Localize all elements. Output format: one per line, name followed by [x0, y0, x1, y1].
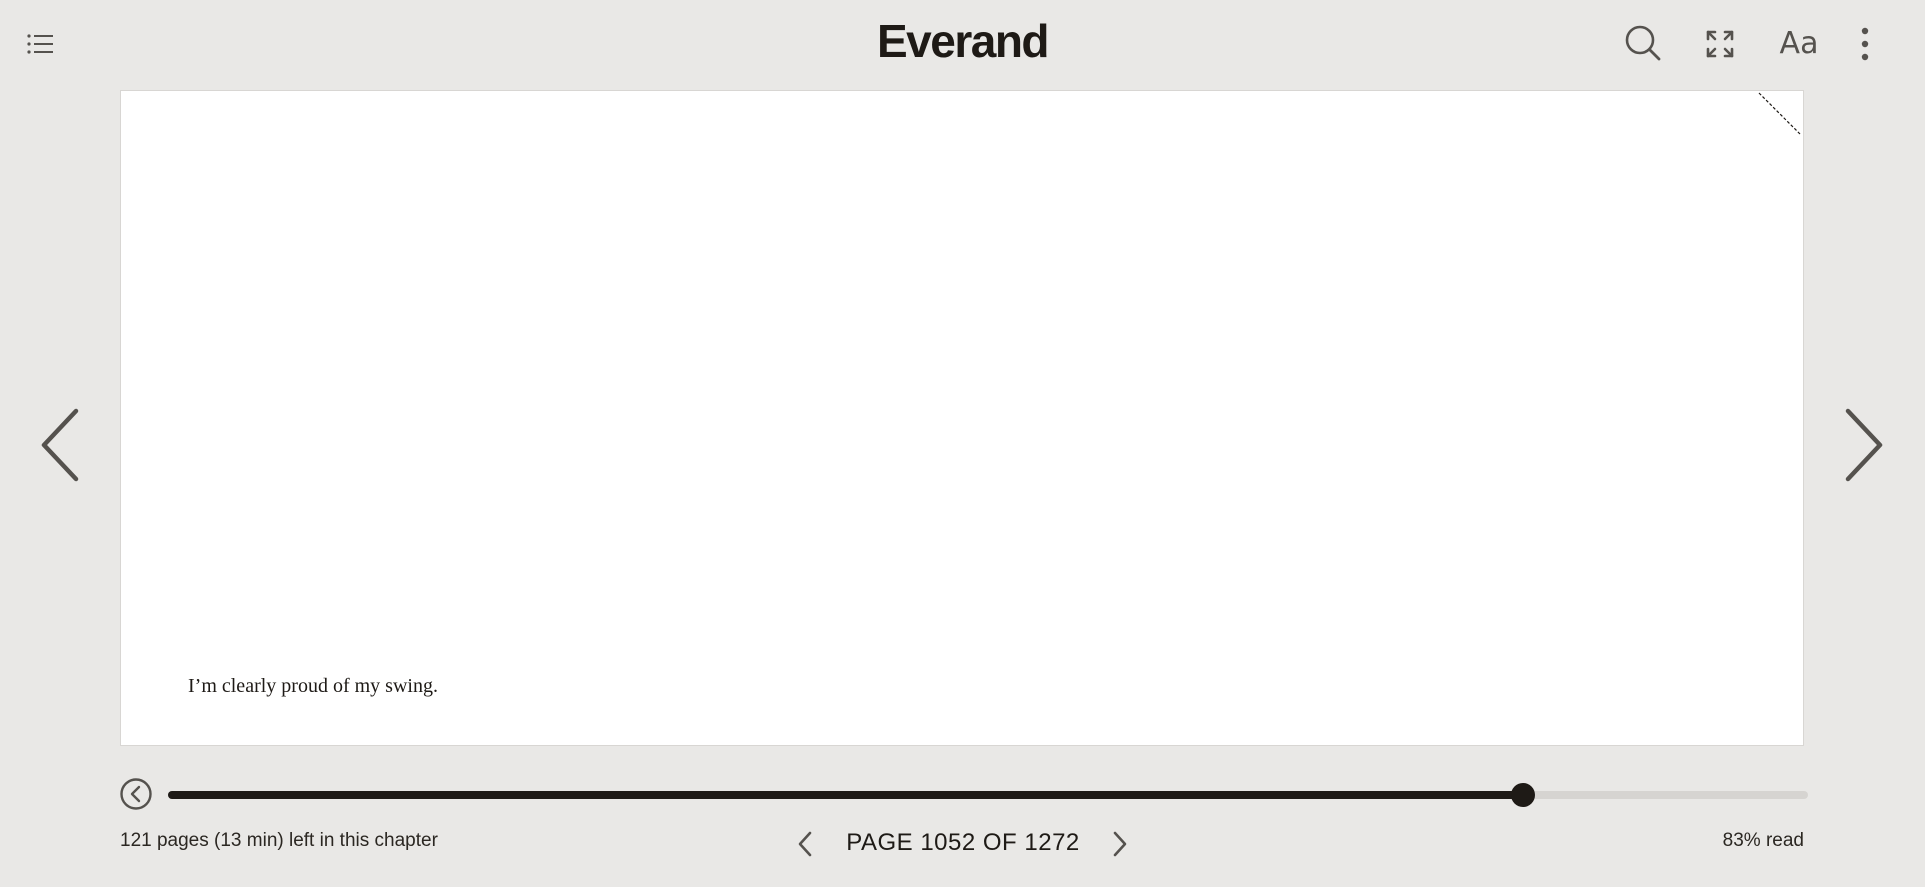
chevron-right-icon — [1113, 831, 1127, 857]
chapter-remaining-text: 121 pages (13 min) left in this chapter — [120, 830, 438, 851]
more-options-button[interactable] — [1850, 22, 1880, 66]
progress-fill — [168, 791, 1524, 799]
bookmark-corner-icon[interactable] — [1757, 91, 1803, 137]
chevron-left-icon — [798, 831, 812, 857]
next-page-arrow[interactable] — [1834, 400, 1894, 490]
search-icon — [1625, 25, 1661, 61]
more-vertical-icon — [1861, 27, 1869, 61]
reading-progress-slider[interactable] — [168, 783, 1808, 807]
page-pager: PAGE 1052 OF 1272 — [790, 826, 1140, 862]
previous-page-arrow[interactable] — [30, 400, 90, 490]
chevron-right-icon — [1845, 408, 1883, 482]
read-percent: 83% read — [1722, 830, 1804, 851]
fullscreen-button[interactable] — [1700, 24, 1740, 64]
pager-previous-button[interactable] — [790, 826, 820, 862]
back-circle-icon — [120, 778, 152, 810]
font-settings-button[interactable]: Aa — [1774, 22, 1824, 64]
expand-icon — [1706, 30, 1734, 58]
progress-thumb[interactable] — [1511, 783, 1536, 807]
pager-next-button[interactable] — [1105, 826, 1135, 862]
page-body-text: I’m clearly proud of my swing. — [188, 675, 438, 697]
reader-app: Everand Aa I’m clearly proud of my swing… — [0, 0, 1925, 887]
chevron-left-icon — [41, 408, 79, 482]
page-indicator: PAGE 1052 OF 1272 — [846, 829, 1080, 856]
book-page: I’m clearly proud of my swing. — [120, 90, 1804, 746]
top-bar: Everand Aa — [0, 0, 1925, 88]
return-to-position-button[interactable] — [118, 776, 154, 812]
search-button[interactable] — [1622, 22, 1664, 64]
